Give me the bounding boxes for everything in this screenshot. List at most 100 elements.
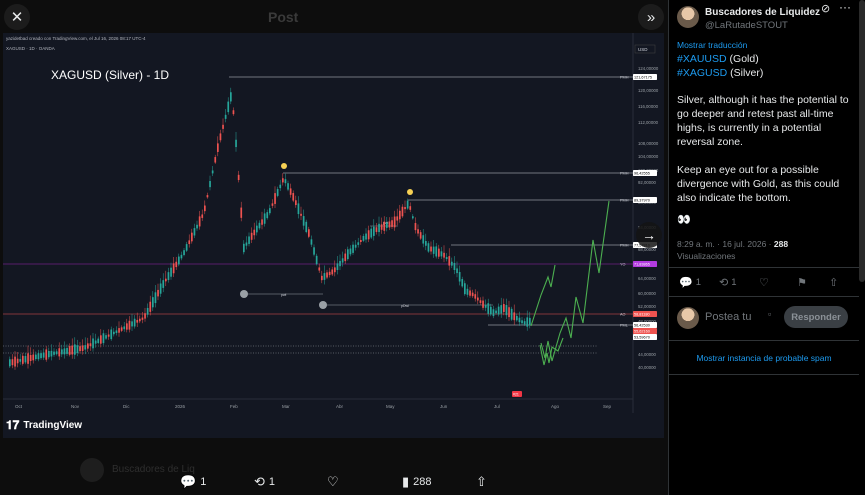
candle-body: [243, 243, 245, 253]
candle-body: [492, 309, 495, 317]
candle-body: [214, 157, 217, 163]
hashtag-link[interactable]: #XAGUSD: [677, 67, 727, 79]
candle-body: [292, 193, 295, 201]
candle-body: [71, 345, 74, 355]
candle-body: [178, 256, 180, 265]
candle-body: [529, 317, 531, 325]
share-action[interactable]: ⇧: [476, 474, 487, 490]
candle-body: [487, 303, 490, 314]
share-icon: ⇧: [476, 474, 487, 489]
candle-body: [123, 326, 126, 330]
candle-body: [349, 248, 352, 255]
reply-icon: 💬: [180, 474, 197, 489]
media-viewer: ✕ Post » yazidetbad creado con TradingVi…: [0, 0, 668, 495]
price-tick: 112,00000: [638, 120, 659, 125]
grok-icon[interactable]: ⊘: [821, 2, 830, 15]
hashtag-link[interactable]: #XAUUSD: [677, 53, 727, 65]
hashtag-note: (Gold): [726, 53, 759, 65]
chart-subheader: XAGUSD · 1D · OANDA: [6, 46, 55, 51]
candle-body: [196, 224, 198, 229]
repost-action[interactable]: ⟲ 1: [254, 474, 275, 490]
level-tag-name: PMH: [620, 244, 629, 248]
candle-body: [375, 227, 378, 232]
candle-body: [19, 359, 22, 362]
candle-body: [227, 101, 230, 113]
candle-body: [248, 236, 250, 244]
next-media-icon[interactable]: →: [636, 222, 662, 248]
media-upload-icon[interactable]: ▫: [768, 309, 771, 319]
month-tick: Feb: [230, 404, 238, 409]
candle-body: [445, 257, 448, 260]
candle-body: [180, 254, 183, 259]
month-tick: Ago: [551, 404, 560, 409]
bookmark-action[interactable]: ⚑: [797, 276, 807, 289]
candle-body: [157, 289, 159, 297]
reply-input[interactable]: Postea tu: [705, 311, 751, 323]
repost-action[interactable]: ⟲ 1: [719, 276, 737, 289]
candle-body: [37, 353, 40, 360]
candle-body: [417, 229, 419, 234]
show-spam-link[interactable]: Mostrar instancia de probable spam: [669, 341, 859, 375]
candle-body: [344, 253, 347, 262]
candle-body: [503, 304, 505, 312]
candle-body: [526, 317, 529, 327]
share-action[interactable]: ⇧: [829, 276, 838, 289]
media-action-bar: 💬 1 ⟲ 1 ♡ ▮ 288 ⇧: [0, 470, 668, 495]
close-icon[interactable]: ✕: [4, 4, 30, 30]
candle-body: [76, 345, 79, 354]
viewer-topbar: ✕ Post »: [0, 0, 668, 33]
candle-body: [276, 189, 279, 196]
candle-body: [94, 340, 97, 344]
like-action[interactable]: ♡: [327, 474, 339, 490]
candle-body: [115, 330, 118, 333]
avatar[interactable]: [677, 6, 699, 28]
candle-body: [497, 306, 500, 315]
candle-body: [297, 203, 300, 215]
views-count: 288: [413, 476, 432, 488]
candle-body: [100, 335, 102, 344]
tweet-timestamp[interactable]: 8:29 a. m. · 16 jul. 2026 ·: [677, 239, 774, 249]
scrollbar[interactable]: [859, 0, 865, 282]
candle-body: [50, 350, 53, 357]
candle-body: [58, 348, 61, 357]
reply-action[interactable]: 💬 1: [679, 276, 701, 289]
more-icon[interactable]: ···: [839, 0, 851, 14]
month-tick: Oct: [15, 404, 23, 409]
translate-link[interactable]: Mostrar traducción: [677, 40, 747, 50]
price-tick: 40,00000: [638, 365, 657, 370]
candle-body: [521, 320, 523, 324]
level-label: pwl: [281, 293, 286, 297]
candle-body: [118, 328, 120, 333]
candle-body: [453, 262, 456, 270]
candle-body: [175, 261, 178, 268]
heart-icon: ♡: [759, 277, 769, 289]
reply-action[interactable]: 💬 1: [180, 474, 206, 490]
candle-body: [126, 323, 128, 330]
like-action[interactable]: ♡: [759, 276, 769, 289]
level-tags: PMH121,67175PMH96,42555PMH89,37970PMH77,…: [620, 74, 657, 340]
collapse-panel-icon[interactable]: »: [638, 4, 664, 30]
price-tick: 52,00000: [638, 304, 657, 309]
candle-body: [68, 346, 71, 355]
candle-body: [321, 275, 323, 281]
current-badge: #21: [513, 393, 519, 397]
candle-body: [362, 235, 365, 241]
views-label: Visualizaciones: [677, 251, 736, 261]
candle-body: [42, 352, 45, 358]
candle-body: [250, 232, 253, 240]
candle-body: [133, 318, 136, 327]
chart-title: XAGUSD (Silver) - 1D: [51, 68, 169, 82]
reply-button[interactable]: Responder: [784, 306, 848, 328]
month-tick: Dic: [123, 404, 130, 409]
candle-body: [48, 351, 50, 358]
author-handle[interactable]: @LaRutadeSTOUT: [705, 20, 788, 31]
candle-body: [456, 268, 458, 274]
repost-icon: ⟲: [254, 474, 265, 489]
candle-body: [510, 308, 513, 320]
chart-canvas: yazidetbad creado con TradingView.com, e…: [3, 33, 659, 413]
candle-body: [185, 244, 188, 251]
candle-body: [24, 356, 27, 363]
author-name[interactable]: Buscadores de Liquidez: [705, 7, 820, 18]
views-action[interactable]: ▮ 288: [402, 474, 432, 490]
candle-body: [323, 273, 326, 280]
